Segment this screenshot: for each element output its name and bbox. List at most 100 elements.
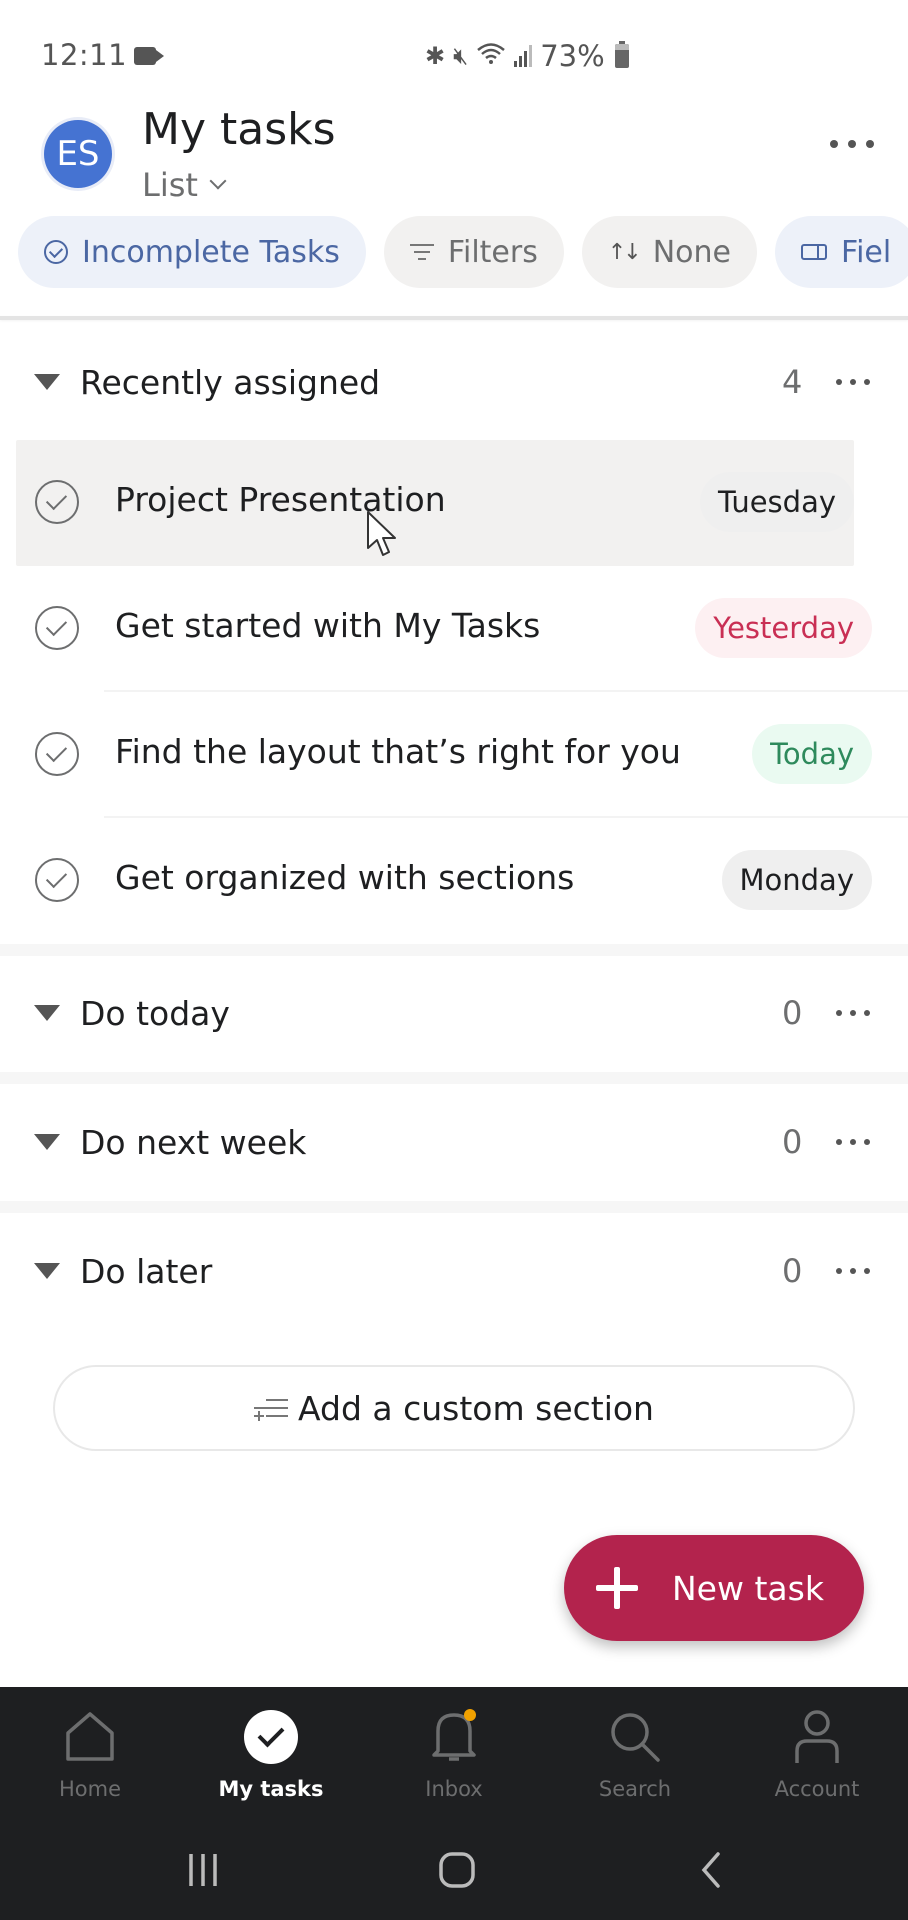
active-check-shape [244,1710,298,1764]
nav-label: Search [598,1777,672,1801]
section-header-do-today[interactable]: Do today 0 [0,968,908,1058]
view-switcher[interactable]: List [142,166,227,204]
fields-chip[interactable]: Fiel [775,216,908,288]
nav-inbox[interactable]: Inbox [374,1707,534,1801]
mouse-pointer-icon [367,511,396,556]
section-divider [0,944,908,956]
collapse-caret-icon[interactable] [34,1134,60,1150]
complete-check-icon[interactable] [35,858,79,902]
more-dot [864,1139,870,1145]
more-dot [850,1010,856,1016]
more-horizontal-icon [836,1010,842,1016]
section-more-button[interactable] [836,379,870,385]
status-icons: ✱ 🔇︎ 73% [425,36,629,76]
back-button[interactable] [671,1820,751,1920]
new-task-button[interactable]: New task [564,1535,864,1641]
home-icon [60,1707,120,1767]
task-row[interactable]: Project Presentation Tuesday [16,440,854,566]
nav-home[interactable]: Home [10,1707,170,1801]
nav-account[interactable]: Account [737,1707,897,1801]
more-horizontal-icon [836,1139,842,1145]
complete-check-icon[interactable] [35,732,79,776]
due-date-badge[interactable]: Monday [721,850,872,910]
section-title: Recently assigned [80,362,381,402]
signal-icon [514,45,533,67]
nav-label: Inbox [425,1777,483,1801]
collapse-caret-icon[interactable] [34,374,60,390]
home-system-button[interactable] [417,1820,497,1920]
chip-label: Filters [447,234,538,270]
system-navigation [0,1820,908,1920]
back-icon [701,1852,720,1888]
mute-vibrate-icon: 🔇︎ [453,42,469,70]
search-icon [605,1707,665,1767]
more-dot [850,379,856,385]
nav-my-tasks[interactable]: My tasks [191,1707,351,1801]
section-title: Do later [80,1251,213,1291]
section-more-button[interactable] [836,1010,870,1016]
filters-chip[interactable]: Filters [383,216,564,288]
task-row[interactable]: Find the layout that’s right for you Tod… [0,692,908,818]
due-date-badge[interactable]: Tuesday [700,472,854,532]
battery-icon [614,41,629,68]
complete-check-icon[interactable] [35,606,79,650]
check-circle-icon [241,1707,301,1767]
sort-icon: ↑↓ [607,239,642,265]
more-horizontal-icon [836,379,842,385]
home-system-icon [439,1852,475,1888]
recent-apps-button[interactable] [163,1820,243,1920]
account-icon [787,1707,847,1767]
section-count: 4 [782,363,803,401]
more-dot [850,1139,856,1145]
collapse-caret-icon[interactable] [34,1263,60,1279]
nav-label: My tasks [218,1777,324,1801]
more-dot [850,1268,856,1274]
incomplete-tasks-chip[interactable]: Incomplete Tasks [18,216,366,288]
notification-badge [464,1709,476,1721]
section-count: 0 [782,994,803,1032]
task-row[interactable]: Get started with My Tasks Yesterday [0,566,908,692]
avatar[interactable]: ES [44,120,112,188]
complete-check-icon[interactable] [35,480,79,524]
chip-label: None [652,234,731,270]
more-dot [864,1268,870,1274]
collapse-caret-icon[interactable] [34,1005,60,1021]
recent-apps-icon [189,1854,217,1886]
video-recording-icon [134,47,164,65]
header-divider [0,316,908,320]
more-horizontal-icon [830,140,838,148]
section-count: 0 [782,1123,803,1161]
add-custom-section-button[interactable]: Add a custom section [53,1365,855,1451]
bell-icon [424,1707,484,1767]
fields-icon [801,244,827,260]
section-header-do-later[interactable]: Do later 0 [0,1226,908,1316]
page-title: My tasks [142,104,336,155]
section-divider [0,1072,908,1084]
new-task-label: New task [672,1568,824,1608]
status-bar: 12:11 ✱ 🔇︎ 73% [0,0,908,110]
task-row[interactable]: Get organized with sections Monday [0,818,908,944]
more-dot [864,379,870,385]
section-header-recently-assigned[interactable]: Recently assigned 4 [0,337,908,427]
check-circle-icon [44,240,68,264]
section-more-button[interactable] [836,1268,870,1274]
chip-label: Incomplete Tasks [82,234,340,270]
due-date-badge[interactable]: Today [752,724,872,784]
nav-search[interactable]: Search [555,1707,715,1801]
add-section-label: Add a custom section [298,1388,654,1428]
add-section-icon [254,1393,289,1423]
due-date-badge[interactable]: Yesterday [695,598,872,658]
wifi-icon [476,41,506,71]
more-dot [848,140,856,148]
nav-label: Home [58,1777,121,1801]
nav-label: Account [774,1777,860,1801]
sort-chip[interactable]: ↑↓ None [581,216,757,288]
status-time: 12:11 [41,38,128,72]
section-more-button[interactable] [836,1139,870,1145]
more-horizontal-icon [836,1268,842,1274]
section-header-do-next-week[interactable]: Do next week 0 [0,1097,908,1187]
more-options-button[interactable] [830,140,874,148]
section-title: Do today [80,993,230,1033]
filter-chips: Incomplete Tasks Filters ↑↓ None Fiel [18,216,908,288]
more-dot [866,140,874,148]
